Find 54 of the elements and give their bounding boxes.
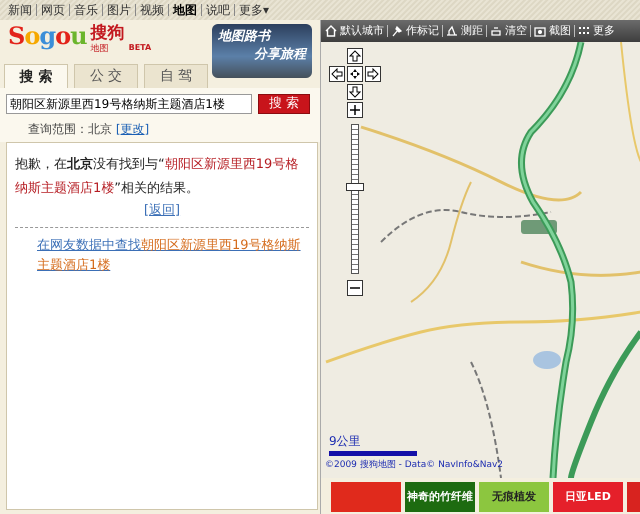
ruler-icon bbox=[446, 25, 458, 37]
scale-label: 9公里 bbox=[329, 433, 361, 450]
toolbar-item[interactable]: 清空 bbox=[490, 22, 527, 40]
nav-link[interactable]: 图片 bbox=[107, 1, 131, 19]
arrow-down-icon bbox=[349, 86, 361, 98]
arrow-up-icon bbox=[349, 50, 361, 62]
four-arrows-icon bbox=[349, 68, 361, 80]
ad-banner[interactable]: 日亚LED bbox=[553, 482, 623, 512]
toolbar-item[interactable]: 测距 bbox=[446, 22, 483, 40]
change-link[interactable]: [更改] bbox=[116, 122, 150, 136]
search-button[interactable]: 搜 索 bbox=[258, 94, 310, 114]
nav-link[interactable]: 更多▾ bbox=[239, 1, 270, 19]
copyright-text: ©2009 搜狗地图 - Data© NavInfo&Nav2 bbox=[325, 458, 504, 472]
logo-title: 搜狗 bbox=[90, 24, 125, 43]
arrow-left-icon bbox=[331, 68, 343, 80]
logo-subtitle: 地图 bbox=[90, 42, 110, 56]
grid-icon bbox=[578, 25, 590, 37]
toolbar-item[interactable]: 作标记 bbox=[391, 22, 439, 40]
ad-banner[interactable]: 无痕植发 bbox=[479, 482, 549, 512]
nav-link[interactable]: 视频 bbox=[140, 1, 164, 19]
zoom-slider-thumb[interactable] bbox=[346, 183, 364, 191]
search-user-data-link[interactable]: 在网友数据中查找朝阳区新源里西19号格纳斯主题酒店1楼 bbox=[37, 236, 309, 276]
promo-banner[interactable]: 地图路书 分享旅程 bbox=[212, 24, 312, 78]
pan-center-button[interactable] bbox=[347, 66, 363, 82]
zoom-in-button[interactable] bbox=[347, 102, 363, 118]
search-tab[interactable]: 自 驾 bbox=[144, 64, 208, 88]
ad-banner[interactable]: 神奇的竹纤维 bbox=[405, 482, 475, 512]
nav-link[interactable]: 说吧 bbox=[206, 1, 230, 19]
beta-label: BETA bbox=[128, 42, 152, 54]
search-scope-label: 查询范围：北京 bbox=[28, 122, 112, 136]
pan-up-button[interactable] bbox=[347, 48, 363, 64]
pin-icon bbox=[391, 25, 403, 37]
search-tab[interactable]: 搜 索 bbox=[4, 64, 68, 90]
nav-link[interactable]: 网页 bbox=[41, 1, 65, 19]
eraser-icon bbox=[490, 25, 502, 37]
no-results-message: 抱歉，在北京没有找到与“朝阳区新源里西19号格纳斯主题酒店1楼”相关的结果。 bbox=[15, 156, 300, 198]
pan-down-button[interactable] bbox=[347, 84, 363, 100]
toolbar-item[interactable]: 截图 bbox=[534, 22, 571, 40]
zoom-out-button[interactable] bbox=[347, 280, 363, 296]
back-link[interactable]: [返回] bbox=[144, 203, 180, 218]
nav-link[interactable]: 地图 bbox=[173, 1, 197, 19]
camera-icon bbox=[534, 25, 546, 37]
search-tab[interactable]: 公 交 bbox=[74, 64, 138, 88]
toolbar-item[interactable]: 更多 bbox=[578, 22, 615, 40]
plus-icon bbox=[349, 104, 361, 116]
arrow-right-icon bbox=[367, 68, 379, 80]
home-icon bbox=[325, 25, 337, 37]
nav-link[interactable]: 新闻 bbox=[8, 1, 32, 19]
nav-link[interactable]: 音乐 bbox=[74, 1, 98, 19]
pan-left-button[interactable] bbox=[329, 66, 345, 82]
pan-right-button[interactable] bbox=[365, 66, 381, 82]
logo-wordmark: Sogou bbox=[8, 24, 87, 48]
toolbar-item[interactable]: 默认城市 bbox=[325, 22, 384, 40]
search-field[interactable]: 朝阳区新源里西19号格纳斯主题酒店1楼 bbox=[6, 94, 252, 114]
